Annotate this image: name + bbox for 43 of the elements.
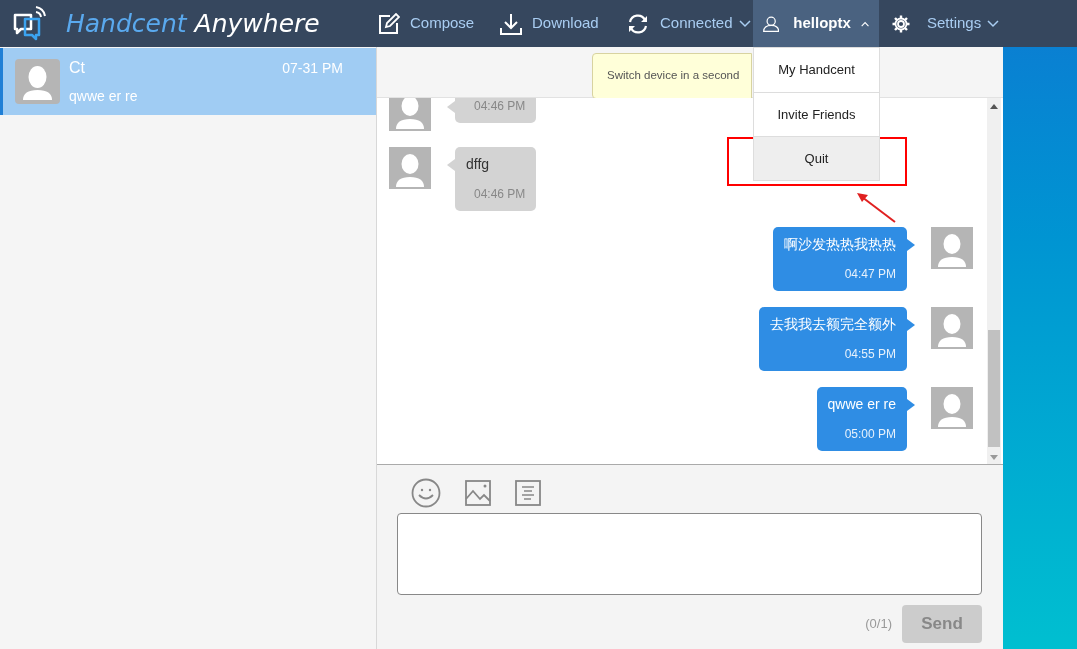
nav-button[interactable]: Connected (626, 0, 753, 47)
scroll-down-arrow-icon[interactable] (990, 455, 998, 460)
menu-item[interactable]: Quit (754, 136, 879, 180)
emoji-icon[interactable] (411, 478, 441, 508)
message-text: dffg (466, 156, 491, 172)
message-time: 05:00 PM (843, 426, 896, 442)
message-input[interactable] (397, 513, 982, 595)
download-icon (500, 12, 522, 35)
image-icon[interactable] (465, 480, 491, 506)
message-text: 去我我去额完全额外 (770, 316, 896, 332)
message-time: 04:46 PM (473, 186, 526, 202)
user-menu-button[interactable]: helloptx (753, 0, 879, 47)
caret-icon (738, 19, 751, 28)
logo-text: Handcent (66, 7, 187, 40)
caret-icon (860, 19, 869, 28)
message-text: 啊沙发热热我热热 (784, 236, 896, 252)
conversation-time: 07-31 PM (282, 58, 343, 78)
message-text: qwwe er re (827, 396, 896, 412)
scrollbar[interactable] (987, 98, 1001, 464)
logo-icon (12, 5, 46, 42)
avatar-icon (931, 227, 973, 269)
compose-icon (378, 12, 400, 35)
avatar-icon (931, 307, 973, 349)
sync-icon (626, 12, 650, 35)
caret-icon (987, 19, 1000, 28)
tooltip: Switch device in a second (592, 53, 752, 99)
character-counter: (0/1) (865, 615, 892, 634)
nav-button[interactable]: Download (500, 0, 626, 47)
settings-menu[interactable]: Settings (879, 0, 1012, 47)
avatar-icon (389, 147, 431, 189)
nav-button[interactable]: Compose (378, 0, 500, 47)
message-time: 04:55 PM (843, 346, 896, 362)
template-icon[interactable] (515, 480, 541, 506)
message-time: 04:46 PM (473, 98, 526, 114)
message-preview: qwwe er re (69, 87, 139, 106)
scroll-up-arrow-icon[interactable] (990, 104, 998, 109)
avatar-icon (931, 387, 973, 429)
gear-icon (891, 13, 911, 34)
message-time: 04:47 PM (843, 266, 896, 282)
contact-name: Ct (69, 58, 85, 78)
avatar-icon (15, 59, 60, 104)
annotation-arrow (856, 193, 896, 223)
logo-text: Anywhere (194, 7, 320, 40)
